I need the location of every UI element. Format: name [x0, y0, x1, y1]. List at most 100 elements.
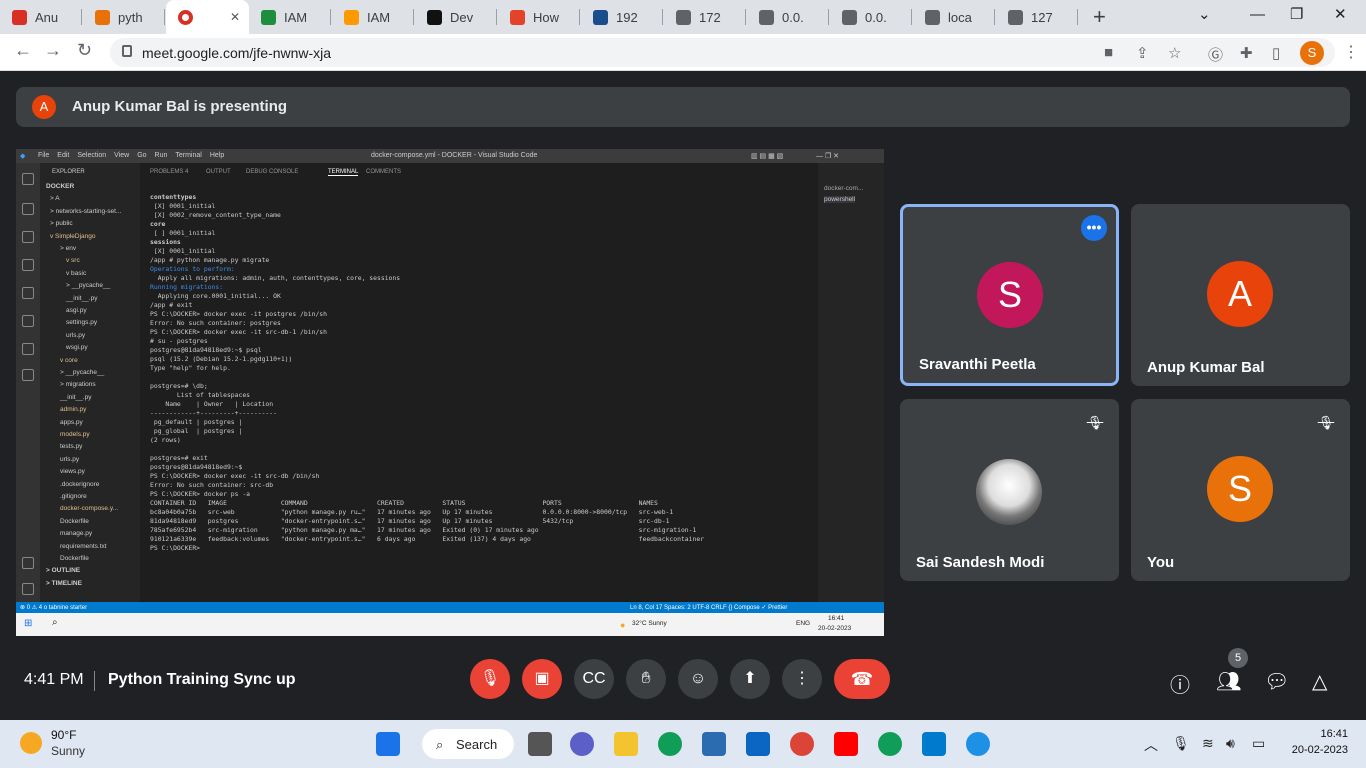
- extensions-puzzle-icon[interactable]: ✚: [1240, 44, 1253, 62]
- present-screen-icon[interactable]: ⬆: [730, 659, 770, 699]
- explorer-item: manage.py: [60, 530, 93, 538]
- browser-tab[interactable]: ✕: [166, 0, 249, 34]
- browser-tab[interactable]: IAM: [249, 0, 332, 34]
- browser-menu-icon[interactable]: ⋮: [1343, 42, 1359, 62]
- tab-search-icon[interactable]: ⌄: [1198, 0, 1211, 34]
- address-bar[interactable]: meet.google.com/jfe-nwnw-xja ■ ⇪ ☆ Ⓖ ✚ ▯: [110, 38, 1335, 67]
- maximize-icon[interactable]: ❐: [1290, 0, 1303, 34]
- docker-icon: [22, 315, 34, 327]
- store-icon[interactable]: [702, 732, 726, 756]
- browser-tab[interactable]: 172: [664, 0, 747, 34]
- shared-windows-taskbar: ⊞ ⌕ ● 32°C Sunny ENG 16:41 20-02-2023: [16, 613, 884, 636]
- terminal-line: (2 rows): [150, 436, 181, 444]
- people-icon[interactable]: 👥︎: [1216, 669, 1241, 694]
- explorer-item: __init__.py: [66, 294, 98, 302]
- terminal-line: postgres=# exit: [150, 454, 208, 462]
- reload-icon[interactable]: ↻: [77, 40, 92, 61]
- chrome-profile-icon[interactable]: [878, 732, 902, 756]
- back-icon[interactable]: ←: [14, 40, 32, 61]
- participant-tile[interactable]: S 🎙︎ You: [1131, 399, 1350, 581]
- captions-icon[interactable]: CC: [574, 659, 614, 699]
- raise-hand-icon[interactable]: ✋︎: [626, 659, 666, 699]
- status-left: ⊗ 0 ⚠ 4 o tabnine starter: [20, 605, 88, 611]
- terminal-line: /app # exit: [150, 301, 193, 309]
- mic-icon[interactable]: 🎙︎: [1172, 735, 1190, 752]
- explorer-item: v core: [60, 356, 78, 364]
- meeting-info-icon[interactable]: ⓘ: [1170, 669, 1190, 698]
- vscode-icon[interactable]: [922, 732, 946, 756]
- extension-g-icon[interactable]: Ⓖ: [1208, 44, 1223, 65]
- terminal-line: 910121a6339e feedback:volumes "docker-en…: [150, 535, 705, 543]
- explorer-item: tests.py: [60, 443, 83, 451]
- participant-tile[interactable]: A Anup Kumar Bal: [1131, 204, 1350, 386]
- youtube-icon[interactable]: [834, 732, 858, 756]
- browser-tab[interactable]: IAM: [332, 0, 415, 34]
- close-window-icon[interactable]: ✕: [1334, 0, 1347, 34]
- explorer-item: .gitignore: [60, 493, 87, 500]
- browser-tab[interactable]: How: [498, 0, 581, 34]
- panel-tab: COMMENTS: [366, 169, 401, 175]
- edge-icon[interactable]: [658, 732, 682, 756]
- docker-icon[interactable]: [966, 732, 990, 756]
- browser-tab[interactable]: 0.0.: [830, 0, 913, 34]
- chrome-icon[interactable]: [790, 732, 814, 756]
- browser-tab[interactable]: Anu: [0, 0, 83, 34]
- presenting-text: Anup Kumar Bal is presenting: [72, 98, 288, 115]
- system-date[interactable]: 20-02-2023: [1290, 744, 1348, 756]
- windows-start-icon[interactable]: [376, 732, 400, 756]
- leave-call-button[interactable]: ☎︎: [834, 659, 890, 699]
- emoji-reaction-icon[interactable]: ☺: [678, 659, 718, 699]
- terminal-line: PS C:\DOCKER> docker ps -a: [150, 490, 251, 498]
- gitlab-icon: [510, 9, 525, 25]
- explorer-item: docker-compose.y...: [60, 505, 119, 513]
- forward-icon[interactable]: →: [44, 40, 62, 61]
- browser-tab[interactable]: loca: [913, 0, 996, 34]
- terminal-line: 81da94818ed9 postgres "docker-entrypoint…: [150, 517, 670, 525]
- participant-tile[interactable]: 🎙︎ Sai Sandesh Modi: [900, 399, 1119, 581]
- task-view-icon[interactable]: [528, 732, 552, 756]
- share-icon[interactable]: ⇪: [1136, 44, 1149, 62]
- camera-in-use-icon[interactable]: ■: [1104, 44, 1113, 61]
- volume-icon[interactable]: 🔊︎: [1226, 735, 1235, 752]
- bookmark-star-icon[interactable]: ☆: [1168, 44, 1181, 62]
- profile-avatar[interactable]: S: [1300, 41, 1324, 65]
- mail-icon[interactable]: [746, 732, 770, 756]
- browser-tab[interactable]: 192: [581, 0, 664, 34]
- tile-options-icon[interactable]: •••: [1081, 215, 1107, 241]
- camera-off-icon[interactable]: ▣: [522, 659, 562, 699]
- more-options-icon[interactable]: ⋮: [782, 659, 822, 699]
- system-time[interactable]: 16:41: [1300, 728, 1348, 740]
- battery-icon[interactable]: ▭: [1252, 735, 1265, 752]
- explorer-item: > env: [60, 245, 77, 252]
- participant-tile[interactable]: S ••• Sravanthi Peetla: [900, 204, 1119, 386]
- lock-icon[interactable]: [122, 45, 132, 57]
- chat-icon[interactable]: 💬︎: [1264, 669, 1289, 694]
- terminal-line: Type "help" for help.: [150, 364, 231, 372]
- tab-separator: [745, 9, 746, 25]
- tab-title: loca: [948, 9, 972, 25]
- wifi-icon[interactable]: ≋: [1202, 735, 1214, 752]
- explorer-item: > TIMELINE: [46, 579, 82, 587]
- tray-chevron-icon[interactable]: ︿: [1144, 735, 1158, 755]
- side-panel-icon[interactable]: ▯: [1272, 44, 1280, 62]
- remote-icon: [22, 369, 34, 381]
- tab-title: 127: [1031, 9, 1053, 25]
- close-tab-icon[interactable]: ✕: [230, 10, 240, 24]
- browser-tab[interactable]: 127: [996, 0, 1079, 34]
- taskbar-search[interactable]: ⌕ Search: [422, 729, 514, 759]
- file-explorer-icon[interactable]: [614, 732, 638, 756]
- participant-name: You: [1147, 554, 1175, 571]
- vscode-menu-item: Terminal: [175, 152, 202, 159]
- minimize-icon[interactable]: —: [1250, 0, 1265, 34]
- mic-off-icon[interactable]: 🎙︎: [470, 659, 510, 699]
- weather-sun-icon[interactable]: [20, 732, 42, 754]
- new-tab-button[interactable]: +: [1093, 0, 1106, 34]
- teams-chat-icon[interactable]: [570, 732, 594, 756]
- browser-tab[interactable]: pyth: [83, 0, 166, 34]
- activities-icon[interactable]: △: [1312, 669, 1327, 694]
- github-icon: [427, 9, 442, 25]
- tab-title: 192: [616, 9, 638, 25]
- browser-toolbar: ← → ↻ meet.google.com/jfe-nwnw-xja ■ ⇪ ☆…: [0, 34, 1366, 71]
- browser-tab[interactable]: Dev: [415, 0, 498, 34]
- browser-tab[interactable]: 0.0.: [747, 0, 830, 34]
